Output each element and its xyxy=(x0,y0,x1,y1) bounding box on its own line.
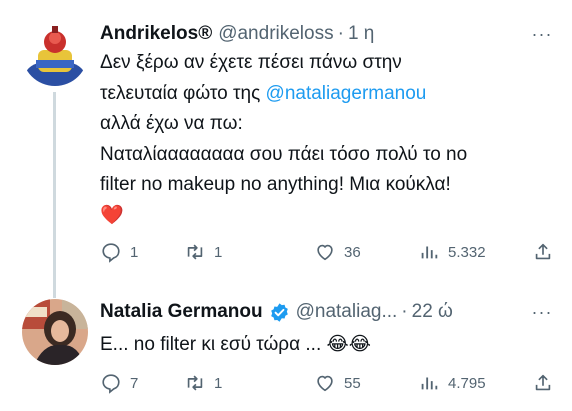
like-count: 36 xyxy=(344,243,361,261)
separator-dot: · xyxy=(401,301,408,322)
views-button[interactable]: 4.795 xyxy=(418,372,486,394)
views-button[interactable]: 5.332 xyxy=(418,241,486,263)
action-bar: 1 1 36 5.332 xyxy=(100,238,554,266)
text-line: Ε... no filter κι εσύ τώρα ... 😂😂 xyxy=(100,334,371,355)
like-icon xyxy=(317,244,333,261)
retweet-button[interactable]: 1 xyxy=(184,241,222,263)
views-count: 4.795 xyxy=(448,374,486,392)
avatar-natalia[interactable] xyxy=(22,299,88,365)
text-line: Ναταλίαααααααα σου πάει τόσο πολύ το no xyxy=(100,143,468,165)
retweet-count: 1 xyxy=(214,243,223,261)
text-line: αλλά έχω να πω: xyxy=(100,113,243,134)
display-name[interactable]: Andrikelos® xyxy=(100,22,212,46)
like-button[interactable]: 55 xyxy=(314,372,361,394)
username-handle[interactable]: @nataliag... xyxy=(296,300,398,324)
display-name[interactable]: Natalia Germanou xyxy=(100,300,263,324)
reply-count: 7 xyxy=(130,374,139,392)
reply-icon xyxy=(102,243,120,263)
text-line: τελευταία φώτο της @nataliagermanou xyxy=(100,79,542,110)
timestamp[interactable]: 1 η xyxy=(348,22,374,46)
tweet-header: Natalia Germanou @nataliag... · 22 ώ xyxy=(100,300,512,324)
more-icon[interactable]: ··· xyxy=(530,300,554,324)
verified-badge-icon xyxy=(270,302,288,322)
avatar-andrikelos[interactable] xyxy=(22,20,88,86)
views-count: 5.332 xyxy=(448,243,486,261)
separator-dot: · xyxy=(337,23,344,44)
retweet-button[interactable]: 1 xyxy=(184,372,222,394)
like-count: 55 xyxy=(344,374,361,392)
more-icon[interactable]: ··· xyxy=(530,22,554,46)
text-line: Δεν ξέρω αν έχετε πέσει πάνω στην xyxy=(100,52,402,73)
heart-emoji: ❤️ xyxy=(100,204,124,226)
reply-count: 1 xyxy=(130,243,139,261)
like-button[interactable]: 36 xyxy=(314,241,361,263)
share-button[interactable] xyxy=(532,372,554,394)
action-bar: 7 1 55 4.795 xyxy=(100,369,554,397)
reply-button[interactable]: 7 xyxy=(100,372,138,394)
tweet-natalia[interactable]: Natalia Germanou @nataliag... · 22 ώ ···… xyxy=(0,290,572,411)
share-button[interactable] xyxy=(532,241,554,263)
mention-link[interactable]: @nataliagermanou xyxy=(266,83,427,104)
reply-button[interactable]: 1 xyxy=(100,241,138,263)
timestamp[interactable]: 22 ώ xyxy=(412,300,453,324)
username-handle[interactable]: @andrikeloss xyxy=(218,22,333,46)
share-icon xyxy=(535,374,551,391)
retweet-icon xyxy=(187,375,203,391)
share-icon xyxy=(535,243,551,260)
tweet-text: Ε... no filter κι εσύ τώρα ... 😂😂 xyxy=(100,330,542,361)
text-line: filter no makeup no anything! Μια κούκλα… xyxy=(100,174,451,195)
reply-icon xyxy=(102,374,120,394)
retweet-icon xyxy=(187,244,203,260)
tweet-header: Andrikelos® @andrikeloss · 1 η xyxy=(100,22,512,46)
tweet-text: Δεν ξέρω αν έχετε πέσει πάνω στην τελευτ… xyxy=(100,48,542,231)
text-fragment: τελευταία φώτο της xyxy=(100,82,266,104)
views-icon xyxy=(421,377,438,390)
tweet-andrikelos[interactable]: Andrikelos® @andrikeloss · 1 η ··· Δεν ξ… xyxy=(0,0,572,298)
thread-connector-line xyxy=(53,92,56,298)
retweet-count: 1 xyxy=(214,374,223,392)
like-icon xyxy=(317,375,333,392)
views-icon xyxy=(421,246,438,259)
